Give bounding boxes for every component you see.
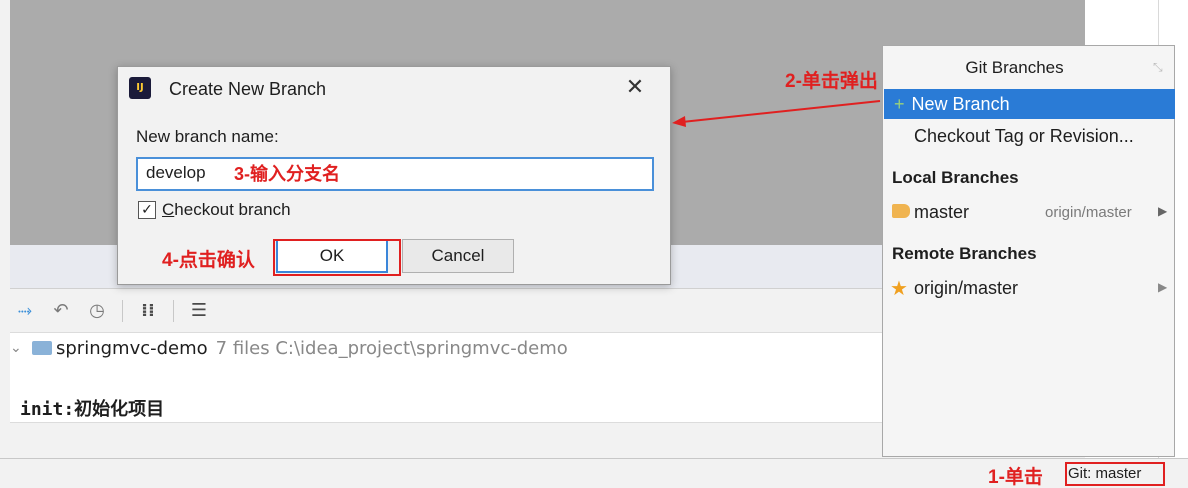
annotation-arrow [672,100,881,127]
